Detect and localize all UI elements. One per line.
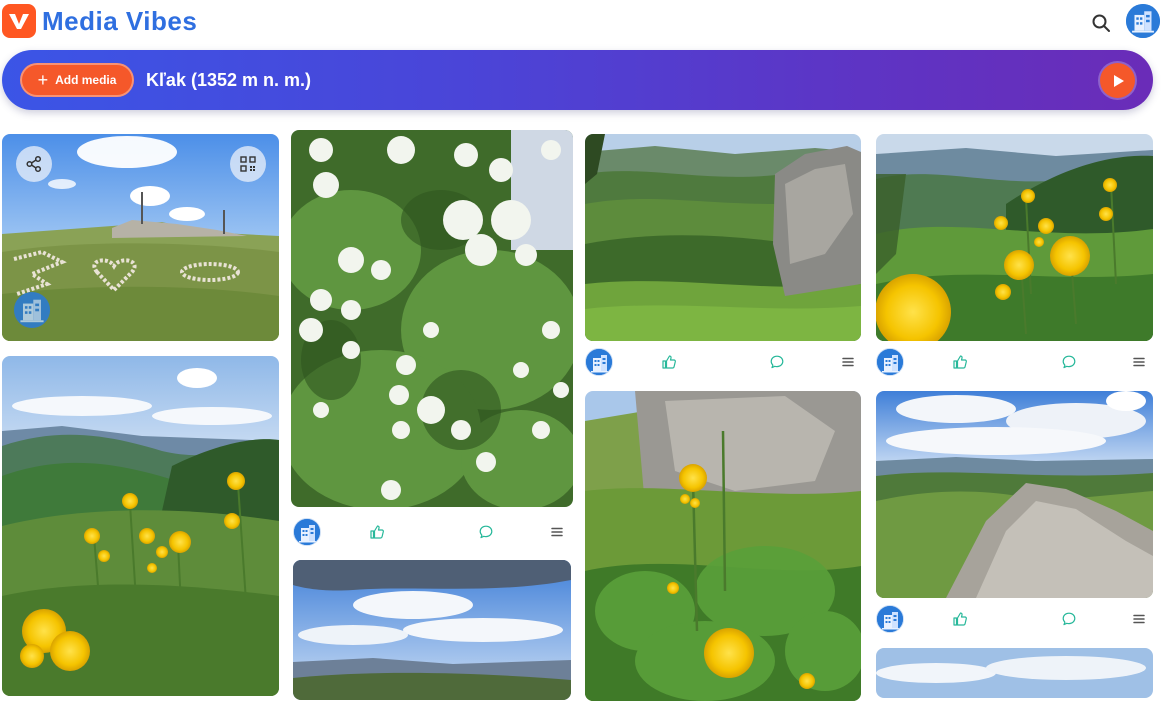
media-photo[interactable] xyxy=(2,356,279,696)
media-photo[interactable] xyxy=(876,648,1153,698)
comment-button[interactable] xyxy=(476,517,496,547)
media-photo[interactable] xyxy=(876,391,1153,598)
play-icon xyxy=(1113,74,1124,87)
comment-icon xyxy=(1061,354,1077,370)
media-photo[interactable] xyxy=(585,391,861,701)
author-avatar[interactable] xyxy=(14,292,50,328)
comment-icon xyxy=(1061,611,1077,627)
media-card[interactable] xyxy=(2,356,279,696)
like-button[interactable] xyxy=(659,347,679,377)
author-avatar[interactable] xyxy=(293,517,321,547)
building-avatar-icon xyxy=(586,349,613,376)
author-avatar[interactable] xyxy=(876,347,904,377)
add-media-label: Add media xyxy=(55,73,117,87)
building-avatar-icon xyxy=(294,519,321,546)
qr-code-icon xyxy=(240,156,256,172)
like-button[interactable] xyxy=(950,604,970,634)
profile-avatar[interactable] xyxy=(1126,4,1160,38)
like-button[interactable] xyxy=(950,347,970,377)
comment-button[interactable] xyxy=(767,347,787,377)
comment-icon xyxy=(769,354,785,370)
thumbs-up-icon xyxy=(369,524,385,540)
play-slideshow-button[interactable] xyxy=(1100,63,1135,98)
menu-icon xyxy=(840,354,856,370)
media-photo[interactable] xyxy=(293,560,571,700)
qr-code-button[interactable] xyxy=(230,146,266,182)
add-media-button[interactable]: + Add media xyxy=(20,63,134,97)
album-title: Kľak (1352 m n. m.) xyxy=(146,70,311,90)
building-avatar-icon xyxy=(877,349,904,376)
media-card[interactable] xyxy=(876,134,1153,379)
author-avatar[interactable] xyxy=(876,604,904,634)
author-avatar[interactable] xyxy=(585,347,613,377)
search-icon xyxy=(1092,14,1110,32)
logo-heart-icon xyxy=(2,4,36,38)
comment-icon xyxy=(478,524,494,540)
thumbs-up-icon xyxy=(952,611,968,627)
media-photo[interactable] xyxy=(291,130,573,507)
menu-button[interactable] xyxy=(1129,604,1149,634)
media-card[interactable] xyxy=(876,648,1153,698)
media-photo[interactable] xyxy=(585,134,861,341)
media-photo[interactable] xyxy=(876,134,1153,341)
media-card-actions xyxy=(291,517,573,547)
comment-button[interactable] xyxy=(1059,347,1079,377)
album-banner: + Add media Kľak (1352 m n. m.) xyxy=(2,50,1153,110)
media-card-actions xyxy=(876,604,1153,634)
app-logo[interactable]: Media Vibes xyxy=(2,3,197,39)
menu-icon xyxy=(1131,611,1147,627)
plus-icon: + xyxy=(37,70,49,90)
like-button[interactable] xyxy=(367,517,387,547)
app-title: Media Vibes xyxy=(42,5,198,36)
media-card-actions xyxy=(876,347,1153,377)
building-avatar-icon xyxy=(14,292,50,328)
media-card[interactable] xyxy=(585,391,861,701)
comment-button[interactable] xyxy=(1059,604,1079,634)
media-card-actions xyxy=(585,347,861,377)
search-button[interactable] xyxy=(1088,10,1114,36)
menu-button[interactable] xyxy=(1129,347,1149,377)
menu-icon xyxy=(1131,354,1147,370)
media-card[interactable] xyxy=(876,391,1153,636)
thumbs-up-icon xyxy=(661,354,677,370)
building-avatar-icon xyxy=(1126,4,1160,38)
menu-button[interactable] xyxy=(547,517,567,547)
building-avatar-icon xyxy=(877,606,904,633)
media-card[interactable] xyxy=(2,134,279,341)
share-icon xyxy=(26,155,42,173)
media-card[interactable] xyxy=(585,134,861,379)
menu-button[interactable] xyxy=(838,347,858,377)
media-card[interactable] xyxy=(293,560,571,700)
menu-icon xyxy=(549,524,565,540)
share-button[interactable] xyxy=(16,146,52,182)
thumbs-up-icon xyxy=(952,354,968,370)
media-card[interactable] xyxy=(291,130,573,550)
